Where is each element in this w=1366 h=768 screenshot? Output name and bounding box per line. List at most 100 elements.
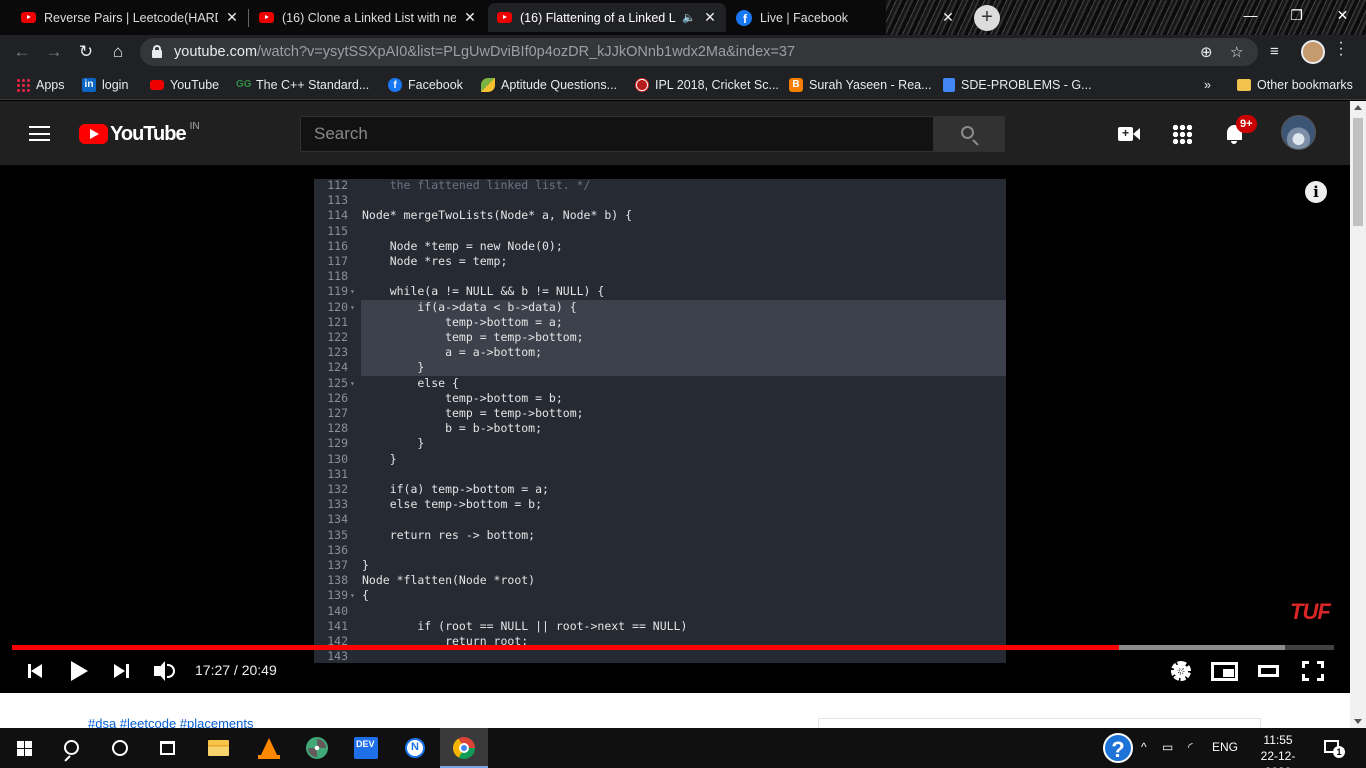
clock[interactable]: 11:55 22-12-2020 [1250,732,1306,768]
close-icon[interactable]: ✕ [224,9,240,26]
more-menu-icon[interactable]: · · · [1336,35,1346,63]
volume-icon[interactable] [154,657,180,685]
youtube-header: YouTube IN + [0,101,1350,165]
hamburger-menu-icon[interactable] [29,126,50,141]
notification-badge: 9+ [1236,115,1257,133]
devcpp-icon[interactable]: DEV [342,728,390,768]
bookmark-surah-yaseen[interactable]: B Surah Yaseen - Rea... [789,76,932,94]
other-bookmarks[interactable]: Other bookmarks [1237,76,1353,94]
forward-arrow-icon[interactable]: → [42,41,66,63]
battery-icon[interactable]: ▭ [1162,740,1173,754]
cortana-icon[interactable] [96,728,144,768]
audio-playing-icon[interactable]: 🔈 [682,11,696,24]
tab-title: Live | Facebook [760,10,849,25]
miniplayer-icon[interactable] [1211,657,1239,685]
search-input[interactable] [301,117,933,151]
code-text: if(a) temp->bottom = a; [362,482,549,496]
line-number: 116 [327,238,348,253]
wifi-icon[interactable]: ◜ [1188,740,1193,754]
scroll-down-icon[interactable] [1354,719,1362,724]
code-text: if (root == NULL || root->next == NULL) [362,618,688,633]
tab-title: (16) Flattening of a Linked L [520,10,676,25]
line-number: 125 [327,375,348,390]
code-text: } [362,360,425,375]
chrome-icon[interactable] [440,728,488,768]
scroll-up-icon[interactable] [1354,105,1362,110]
more-bookmarks-button[interactable]: » [1204,76,1211,94]
progress-bar[interactable] [12,645,1334,650]
bookmark-cpp-standard[interactable]: GG The C++ Standard... [236,76,369,94]
avatar[interactable] [1281,115,1316,150]
zoom-icon[interactable]: ⊕ [1200,43,1213,61]
windows-start-icon[interactable] [0,728,48,768]
file-explorer-icon[interactable] [194,728,242,768]
theater-mode-icon[interactable] [1258,657,1280,685]
tab-facebook-live[interactable]: f Live | Facebook ✕ [728,3,964,32]
address-bar[interactable]: youtube.com/watch?v=ysytSSXpAI0&list=PLg… [140,38,1258,66]
window-close-button[interactable]: ✕ [1320,0,1365,30]
close-icon[interactable]: ✕ [702,9,718,26]
code-line: 117 Node *res = temp; [314,254,1006,269]
line-number: 132 [327,482,348,496]
show-hidden-icons-icon[interactable]: ^ [1141,740,1147,754]
time-display: 17:27 / 20:49 [195,662,277,678]
media-control-icon[interactable]: ≡ [1270,43,1279,60]
action-center-icon[interactable]: 1 [1322,738,1345,758]
notepad-n-icon[interactable]: N [391,728,439,768]
info-icon[interactable]: i [1305,181,1327,203]
tab-reverse-pairs[interactable]: Reverse Pairs | Leetcode(HARD) - ✕ [12,3,248,32]
fold-arrow-icon: ▾ [350,378,355,388]
atom-icon[interactable] [293,728,341,768]
line-number: 138 [327,573,348,588]
apps-grid-icon [16,78,30,92]
youtube-logo[interactable]: YouTube IN [79,121,200,145]
bookmark-facebook[interactable]: f Facebook [388,76,463,94]
play-icon[interactable] [70,657,90,685]
search-icon[interactable] [48,728,96,768]
previous-video-icon[interactable] [26,657,44,685]
restore-button[interactable]: ❐ [1274,0,1319,30]
close-icon[interactable]: ✕ [940,9,956,26]
bookmark-sde-problems[interactable]: SDE-PROBLEMS - G... [943,76,1092,94]
code-line: 132 if(a) temp->bottom = a; [314,482,1006,497]
scroll-thumb[interactable] [1353,118,1363,226]
video-player[interactable]: 112 the flattened linked list. */113 114 N… [0,165,1350,693]
url-text[interactable]: youtube.com/watch?v=ysytSSXpAI0&list=PLg… [174,44,795,60]
vlc-icon[interactable] [245,728,293,768]
bookmark-star-icon[interactable]: ☆ [1230,43,1243,61]
next-video-icon[interactable] [114,657,132,685]
fold-arrow-icon: ▾ [350,287,355,297]
task-view-icon[interactable] [144,728,192,768]
code-text: Node *temp = new Node(0); [362,238,563,253]
tab-clone-linked-list[interactable]: (16) Clone a Linked List with next ✕ [250,3,486,32]
tab-flattening-linked-list[interactable]: (16) Flattening of a Linked L 🔈 ✕ [488,3,726,32]
fullscreen-icon[interactable] [1302,657,1324,685]
settings-gear-icon[interactable] [1169,657,1193,685]
channel-watermark[interactable]: TUF [1290,599,1331,625]
bookmark-login[interactable]: in login [82,76,128,94]
bookmark-ipl[interactable]: IPL 2018, Cricket Sc... [635,76,779,94]
create-video-icon[interactable]: + [1118,122,1142,146]
youtube-icon [258,10,274,26]
new-tab-button[interactable]: + [974,5,1000,31]
search-button[interactable] [933,116,1005,152]
language-indicator[interactable]: ENG [1212,740,1238,754]
home-icon[interactable]: ⌂ [106,41,130,63]
bookmark-aptitude[interactable]: Aptitude Questions... [481,76,617,94]
help-icon[interactable]: ? [1103,733,1133,763]
bookmark-youtube[interactable]: YouTube [150,76,219,94]
line-number: 137 [327,558,348,572]
code-line: 121 temp->bottom = a; [314,314,1006,330]
profile-avatar[interactable] [1301,40,1325,64]
bookmark-apps[interactable]: Apps [16,76,65,94]
code-line: 115 [314,224,1006,239]
line-number: 119 [327,284,348,299]
code-line: 123 a = a->bottom; [314,345,1006,361]
back-arrow-icon[interactable]: ← [10,41,34,63]
reload-icon[interactable]: ↻ [74,41,98,63]
apps-grid-icon[interactable] [1172,124,1193,145]
lock-icon[interactable] [152,45,162,58]
minimize-button[interactable]: — [1228,0,1273,30]
page-scrollbar[interactable] [1350,101,1366,728]
close-icon[interactable]: ✕ [462,9,478,26]
